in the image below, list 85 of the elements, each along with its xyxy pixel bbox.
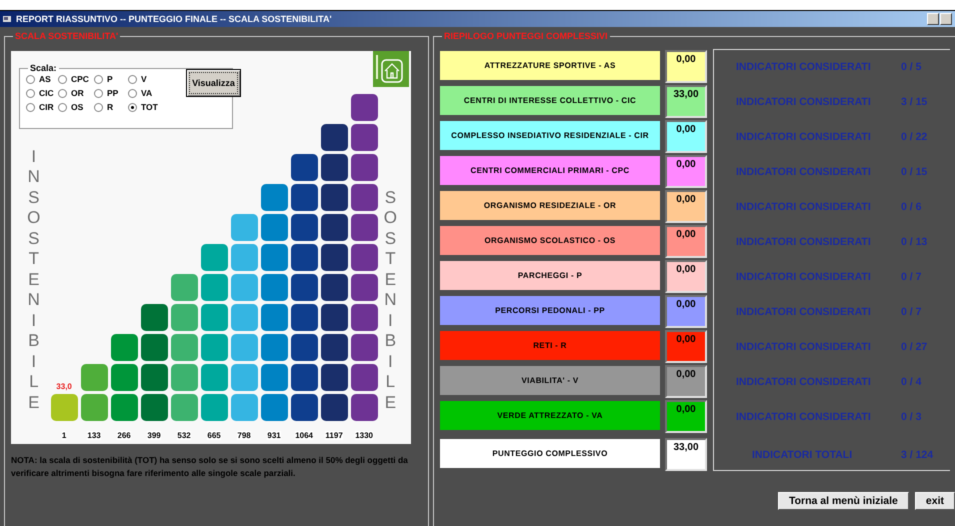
- radio-option[interactable]: TOT: [128, 102, 160, 112]
- radio-option[interactable]: OR: [58, 88, 94, 98]
- scale-value: 399: [147, 431, 161, 440]
- total-score-field: 33,00: [665, 438, 707, 471]
- score-field: 0,00: [665, 50, 707, 83]
- indicators-label: INDICATORI CONSIDERATI: [735, 306, 872, 318]
- radio-option[interactable]: R: [94, 102, 128, 112]
- scale-value: 1: [62, 431, 66, 440]
- score-field: 0,00: [665, 155, 707, 188]
- radio-option[interactable]: OS: [58, 102, 94, 112]
- scale-value: 665: [207, 431, 221, 440]
- total-label: PUNTEGGIO COMPLESSIVO: [440, 439, 660, 468]
- radio-option[interactable]: V: [128, 74, 160, 84]
- indicators-count: 0 / 7: [901, 270, 922, 282]
- radio-option[interactable]: P: [94, 74, 128, 84]
- panel-title: RIEPILOGO PUNTEGGI COMPLESSIVI: [443, 31, 609, 41]
- indicators-count: 0 / 4: [901, 376, 922, 388]
- indicators-count: 0 / 13: [901, 236, 928, 248]
- radio-option[interactable]: CPC: [58, 74, 94, 84]
- maximize-icon[interactable]: [940, 13, 952, 25]
- insostenibile-label: INSOSTENIBILE: [27, 146, 41, 413]
- indicators-label: INDICATORI CONSIDERATI: [735, 96, 872, 108]
- indicators-label: INDICATORI CONSIDERATI: [735, 200, 872, 212]
- category-label: COMPLESSO INSEDIATIVO RESIDENZIALE - CIR: [440, 121, 660, 150]
- category-label: RETI - R: [440, 331, 660, 360]
- radio-option[interactable]: AS: [26, 74, 58, 84]
- window-icon: [3, 15, 12, 23]
- score-field: 0,00: [665, 120, 707, 153]
- indicators-count: 0 / 22: [901, 130, 928, 142]
- scale-value: 266: [117, 431, 131, 440]
- score-field: 0,00: [665, 365, 707, 398]
- indicators-label: INDICATORI CONSIDERATI: [735, 166, 872, 178]
- scale-value: 1330: [355, 431, 373, 440]
- scale-value: 798: [237, 431, 251, 440]
- indicators-count: 0 / 27: [901, 340, 928, 352]
- category-label: CENTRI COMMERCIALI PRIMARI - CPC: [440, 156, 660, 185]
- indicators-label: INDICATORI CONSIDERATI: [735, 236, 872, 248]
- indicators-count: 0 / 3: [901, 410, 922, 422]
- indicators-label: INDICATORI CONSIDERATI: [735, 60, 872, 72]
- score-field: 0,00: [665, 260, 707, 293]
- scale-value: 1197: [325, 431, 343, 440]
- category-label: PARCHEGGI - P: [440, 261, 660, 290]
- menu-button[interactable]: exit: [914, 492, 955, 510]
- note-text: NOTA: la scala di sostenibilità (TOT) ha senso solo se si sono scelti almeno il 50% degli oggetti da verificare altrimenti bisogna fare riferimento alle singole scale parziali.: [11, 454, 409, 480]
- radio-option[interactable]: CIC: [26, 88, 58, 98]
- indicators-count: 0 / 6: [901, 200, 922, 212]
- total-indicators-count: 3 / 124: [901, 448, 934, 460]
- indicators-label: INDICATORI CONSIDERATI: [735, 410, 872, 422]
- indicators-label: INDICATORI CONSIDERATI: [735, 130, 872, 142]
- indicators-count: 0 / 5: [901, 60, 922, 72]
- radio-option[interactable]: PP: [94, 88, 128, 98]
- window-title: REPORT RIASSUNTIVO -- PUNTEGGIO FINALE -- SCALA SOSTENIBILITA': [16, 14, 333, 24]
- indicators-label: INDICATORI CONSIDERATI: [735, 340, 872, 352]
- category-label: ORGANISMO SCOLASTICO - OS: [440, 226, 660, 255]
- score-field: 0,00: [665, 330, 707, 363]
- score-marker: 33,0: [56, 382, 72, 391]
- indicators-label: INDICATORI CONSIDERATI: [735, 270, 872, 282]
- category-label: VIABILITA' - V: [440, 366, 660, 395]
- indicators-count: 0 / 15: [901, 166, 928, 178]
- visualizza-button[interactable]: Visualizza: [186, 69, 241, 97]
- category-label: ATTREZZATURE SPORTIVE - AS: [440, 51, 660, 80]
- scale-value: 133: [87, 431, 101, 440]
- scale-value: 532: [177, 431, 191, 440]
- sostenibile-label: SOSTENIBILE: [384, 188, 398, 413]
- radio-option[interactable]: VA: [128, 88, 160, 98]
- score-field: 0,00: [665, 400, 707, 433]
- scale-value: 931: [267, 431, 281, 440]
- score-field: 0,00: [665, 190, 707, 223]
- scale-value: 1064: [295, 431, 313, 440]
- category-label: PERCORSI PEDONALI - PP: [440, 296, 660, 325]
- score-field: 0,00: [665, 225, 707, 258]
- total-indicators-label: INDICATORI TOTALI: [751, 448, 854, 460]
- radio-option[interactable]: CIR: [26, 102, 58, 112]
- panel-title: SCALA SOSTENIBILITA': [14, 31, 120, 41]
- category-label: CENTRI DI INTERESSE COLLETTIVO - CIC: [440, 86, 660, 115]
- score-field: 33,00: [665, 85, 707, 118]
- indicators-count: 3 / 15: [901, 96, 928, 108]
- category-label: VERDE ATTREZZATO - VA: [440, 401, 660, 430]
- category-label: ORGANISMO RESIDEZIALE - OR: [440, 191, 660, 220]
- group-title: Scala:: [29, 63, 58, 73]
- minimize-icon[interactable]: [927, 13, 939, 25]
- indicators-count: 0 / 7: [901, 306, 922, 318]
- menu-button[interactable]: Torna al menù iniziale: [778, 492, 909, 510]
- indicators-label: INDICATORI CONSIDERATI: [735, 376, 872, 388]
- score-field: 0,00: [665, 295, 707, 328]
